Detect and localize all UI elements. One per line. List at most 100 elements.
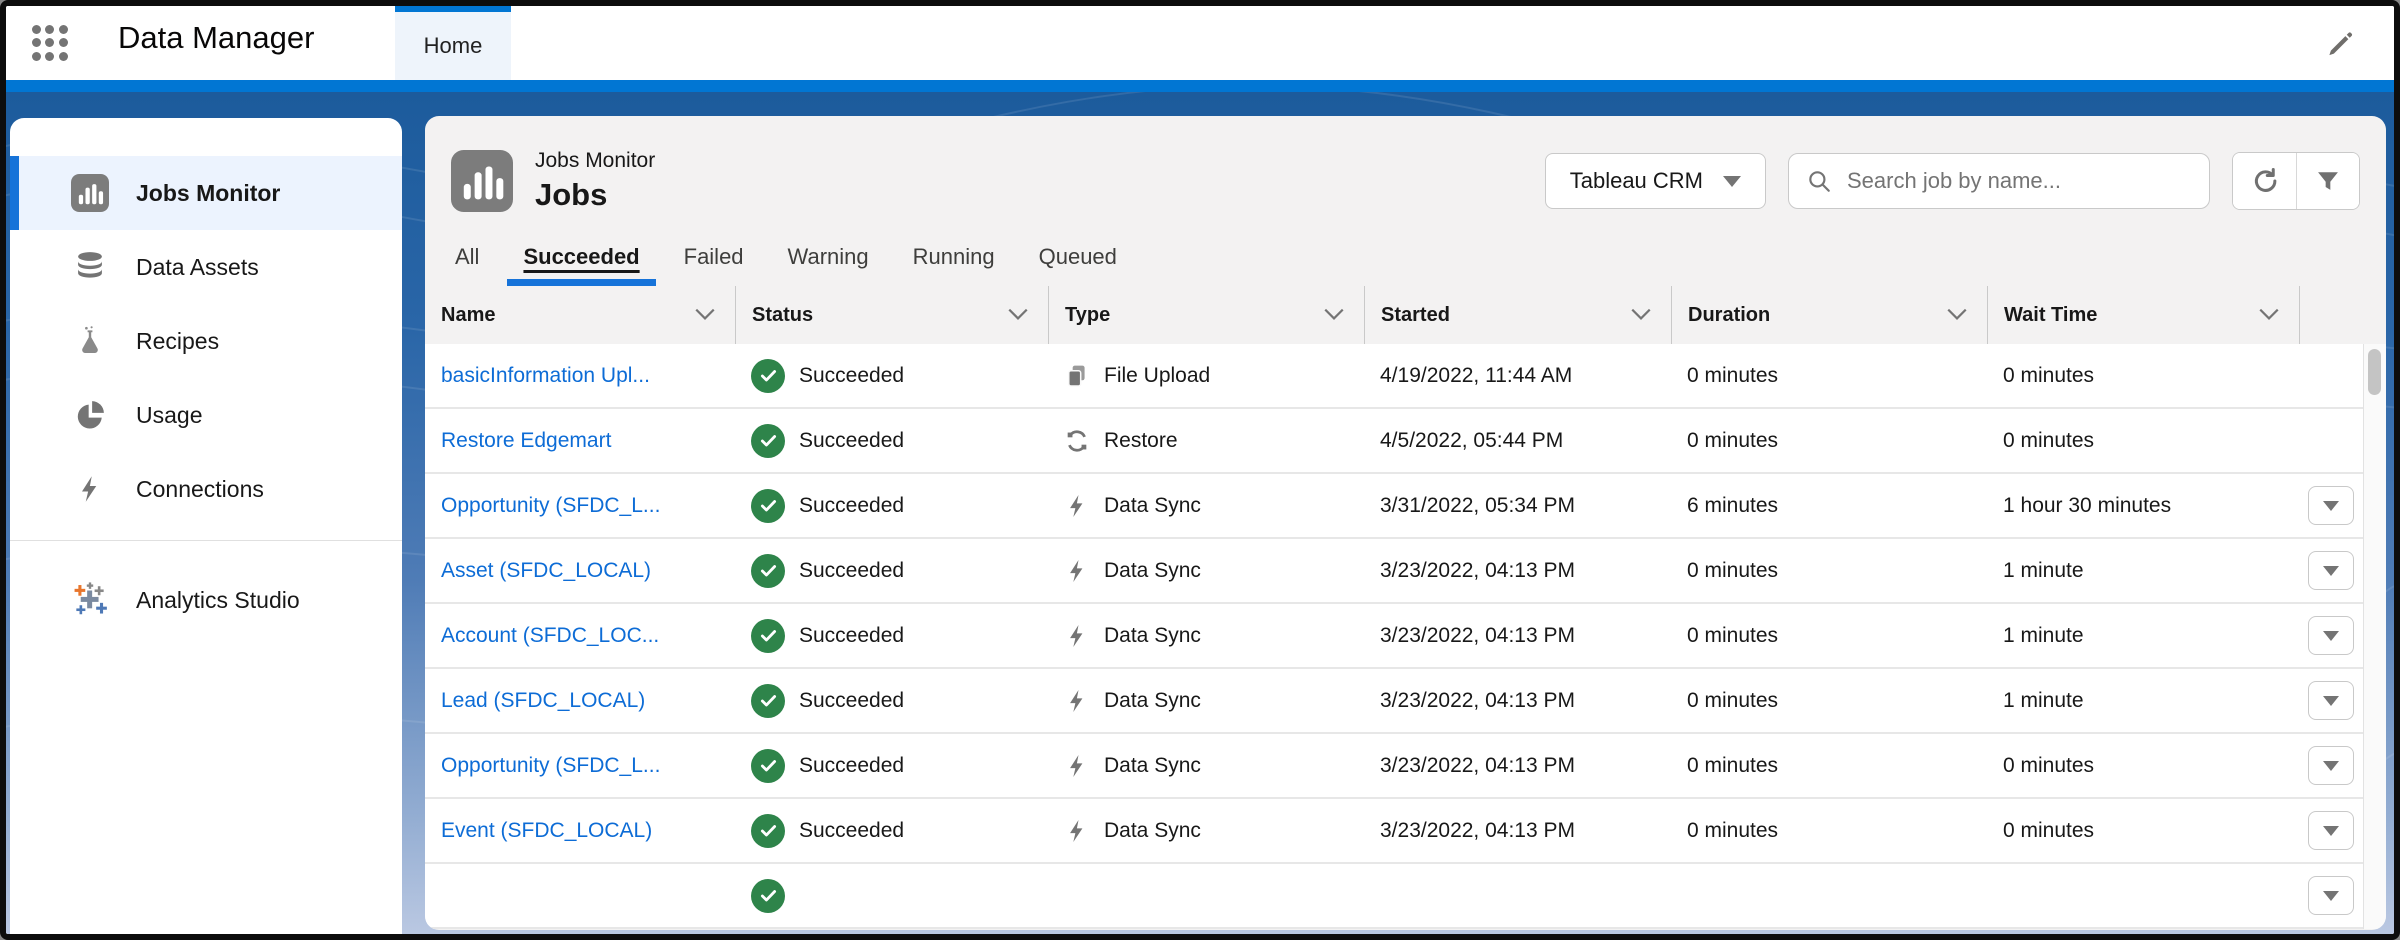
table-row: Opportunity (SFDC_L...SucceededData Sync…	[425, 734, 2363, 799]
filter-icon	[2314, 167, 2342, 195]
column-menu-button[interactable]	[1324, 308, 1344, 323]
job-name-link[interactable]: basicInformation Upl...	[441, 364, 650, 388]
screen: Data Manager Home Jobs MonitorData Asset…	[0, 0, 2400, 940]
column-menu-button[interactable]	[1947, 308, 1967, 323]
cell-status: Succeeded	[735, 489, 1048, 523]
row-actions-dropdown-button[interactable]	[2308, 746, 2354, 785]
cell-actions	[2299, 811, 2363, 850]
app-selector-label: Tableau CRM	[1570, 168, 1703, 194]
job-name-link[interactable]: Opportunity (SFDC_L...	[441, 494, 660, 518]
sidebar-item-connections[interactable]: Connections	[10, 452, 402, 526]
page-subtitle: Jobs Monitor	[535, 149, 655, 173]
job-name-link[interactable]: Lead (SFDC_LOCAL)	[441, 689, 645, 713]
success-check-icon	[751, 489, 785, 523]
cell-name: Account (SFDC_LOC...	[425, 624, 735, 648]
sidebar-item-label: Jobs Monitor	[136, 180, 280, 207]
refresh-button[interactable]	[2233, 153, 2296, 209]
tab-warning[interactable]: Warning	[788, 244, 869, 286]
cell-type: Data Sync	[1048, 818, 1364, 844]
job-name-link[interactable]: Account (SFDC_LOC...	[441, 624, 659, 648]
column-header-status[interactable]: Status	[735, 286, 1048, 344]
row-actions-dropdown-button[interactable]	[2308, 551, 2354, 590]
tab-all[interactable]: All	[455, 244, 479, 286]
cell-duration: 0 minutes	[1671, 624, 1987, 648]
sidebar-item-jobs-monitor[interactable]: Jobs Monitor	[10, 156, 402, 230]
sidebar-item-label: Analytics Studio	[136, 587, 300, 614]
cell-type: Data Sync	[1048, 623, 1364, 649]
job-name-link[interactable]: Asset (SFDC_LOCAL)	[441, 559, 651, 583]
success-check-icon	[751, 424, 785, 458]
cell-actions	[2299, 616, 2363, 655]
cell-started: 4/19/2022, 11:44 AM	[1364, 364, 1671, 388]
lightning-icon	[1064, 753, 1090, 779]
column-menu-button[interactable]	[1631, 308, 1651, 323]
tab-failed[interactable]: Failed	[684, 244, 744, 286]
table-row	[425, 864, 2363, 929]
type-label: Data Sync	[1104, 754, 1201, 778]
cell-status: Succeeded	[735, 684, 1048, 718]
cell-status: Succeeded	[735, 554, 1048, 588]
cell-type: Data Sync	[1048, 688, 1364, 714]
type-label: Data Sync	[1104, 689, 1201, 713]
cell-started: 3/31/2022, 05:34 PM	[1364, 494, 1671, 518]
row-actions-dropdown-button[interactable]	[2308, 811, 2354, 850]
column-label: Duration	[1688, 304, 1770, 327]
job-name-link[interactable]: Restore Edgemart	[441, 429, 611, 453]
column-label: Status	[752, 304, 813, 327]
scrollbar-track[interactable]	[2363, 344, 2386, 929]
scrollbar-thumb[interactable]	[2368, 349, 2381, 395]
cell-name: Opportunity (SFDC_L...	[425, 494, 735, 518]
search-icon	[1806, 168, 1832, 199]
tab-running[interactable]: Running	[913, 244, 995, 286]
sidebar-item-usage[interactable]: Usage	[10, 378, 402, 452]
column-menu-button[interactable]	[2259, 308, 2279, 323]
type-label: Restore	[1104, 429, 1178, 453]
column-header-type[interactable]: Type	[1048, 286, 1364, 344]
cell-wait-time: 0 minutes	[1987, 429, 2299, 453]
tab-home[interactable]: Home	[395, 6, 511, 80]
cell-status: Succeeded	[735, 359, 1048, 393]
row-actions-dropdown-button[interactable]	[2308, 681, 2354, 720]
page-title: Jobs	[535, 177, 655, 213]
cell-duration: 0 minutes	[1671, 364, 1987, 388]
job-name-link[interactable]: Event (SFDC_LOCAL)	[441, 819, 652, 843]
cell-name: Asset (SFDC_LOCAL)	[425, 559, 735, 583]
app-selector-dropdown[interactable]: Tableau CRM	[1545, 153, 1766, 209]
row-actions-dropdown-button[interactable]	[2308, 486, 2354, 525]
row-actions-dropdown-button[interactable]	[2308, 616, 2354, 655]
chevron-down-icon	[1324, 308, 1344, 323]
tab-queued[interactable]: Queued	[1039, 244, 1117, 286]
triangle-down-icon	[2323, 696, 2339, 706]
lightning-icon	[1064, 623, 1090, 649]
tab-succeeded[interactable]: Succeeded	[523, 244, 639, 286]
column-menu-button[interactable]	[695, 308, 715, 323]
sidebar-item-analytics-studio[interactable]: Analytics Studio	[10, 563, 402, 637]
sidebar-item-recipes[interactable]: Recipes	[10, 304, 402, 378]
column-menu-button[interactable]	[1008, 308, 1028, 323]
success-check-icon	[751, 684, 785, 718]
column-header-wait-time[interactable]: Wait Time	[1987, 286, 2299, 344]
table-row: Opportunity (SFDC_L...SucceededData Sync…	[425, 474, 2363, 539]
column-header-started[interactable]: Started	[1364, 286, 1671, 344]
edit-pencil-icon[interactable]	[2326, 28, 2356, 58]
sidebar-item-data-assets[interactable]: Data Assets	[10, 230, 402, 304]
lightning-icon	[1064, 818, 1090, 844]
column-header-duration[interactable]: Duration	[1671, 286, 1987, 344]
chevron-down-icon	[1008, 308, 1028, 323]
search-input[interactable]	[1788, 153, 2210, 209]
column-header-name[interactable]: Name	[425, 286, 735, 344]
toolbar-button-group	[2232, 152, 2360, 210]
app-launcher-icon[interactable]	[32, 25, 68, 61]
table-row: Restore EdgemartSucceededRestore4/5/2022…	[425, 409, 2363, 474]
filter-button[interactable]	[2296, 153, 2359, 209]
column-label: Started	[1381, 304, 1450, 327]
job-name-link[interactable]: Opportunity (SFDC_L...	[441, 754, 660, 778]
sidebar: Jobs Monitor Data AssetsRecipesUsageConne…	[10, 118, 402, 934]
status-label: Succeeded	[799, 429, 904, 453]
cell-actions	[2299, 551, 2363, 590]
row-actions-dropdown-button[interactable]	[2308, 876, 2354, 915]
cell-wait-time: 0 minutes	[1987, 364, 2299, 388]
cell-started: 3/23/2022, 04:13 PM	[1364, 689, 1671, 713]
sidebar-divider	[10, 540, 402, 541]
cell-duration: 6 minutes	[1671, 494, 1987, 518]
